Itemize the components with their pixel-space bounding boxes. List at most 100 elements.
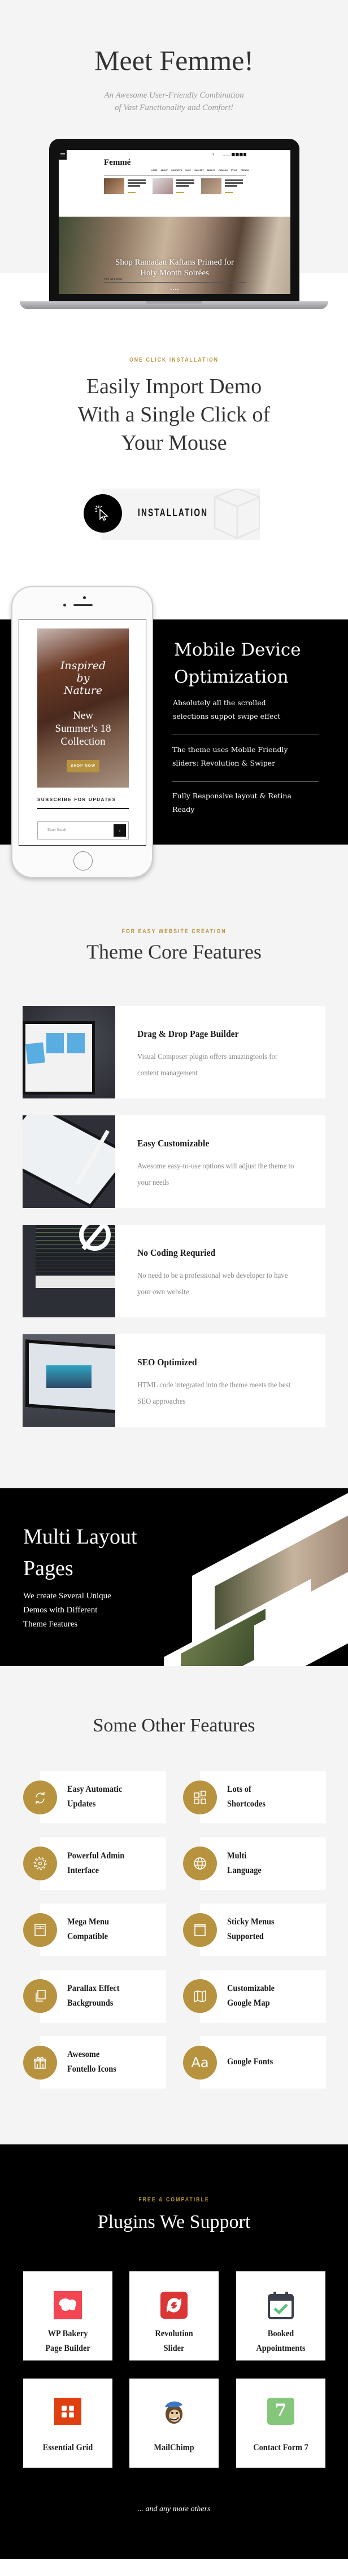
phone-screen: Inspired by Nature New Summer's 18 Colle…	[19, 619, 146, 846]
text-line: Easy Automatic	[67, 1784, 123, 1794]
text-line: Theme Features	[23, 1620, 78, 1629]
plugin-label: Revolution Slider	[134, 2327, 214, 2356]
mega-menu-icon	[23, 1913, 57, 1947]
demo-screenshot: ⚲ Subscribe Femmé HOME ABOUT CONTACTS SHOP G…	[59, 150, 290, 294]
plugin-card[interactable]: Revolution Slider	[129, 2271, 219, 2360]
section-label: FOR EASY WEBSITE CREATION	[121, 928, 227, 935]
text-line: Compatible	[67, 1932, 108, 1941]
title-line: With a Single Click of	[77, 403, 271, 427]
title-line: Optimization	[174, 667, 289, 687]
demo-nav-item[interactable]: SHOP	[185, 169, 191, 172]
globe-icon	[183, 1847, 217, 1880]
text-line: Revolution	[155, 2329, 193, 2338]
phone-hero-image: Inspired by Nature New Summer's 18 Colle…	[37, 628, 129, 788]
social-icons	[232, 153, 246, 156]
plugins-footer: ... and any more others	[137, 2505, 211, 2513]
seo-image	[23, 1334, 115, 1427]
phone-headline: New	[73, 710, 93, 722]
feature-desc: Visual Composer plugin offers amazingtoo…	[137, 1053, 278, 1078]
mobile-point: Absolutely all the scrolled selections su…	[173, 696, 280, 723]
text-line: Absolutely all the scrolled	[173, 698, 266, 707]
no-coding-image	[23, 1225, 115, 1317]
plugin-label: Contact Form 7	[241, 2441, 321, 2455]
demo-nav-item[interactable]: TRENDS	[241, 169, 249, 172]
demo-nav-item[interactable]: GALLERY	[194, 169, 204, 172]
text-line: Sticky Menus	[227, 1917, 275, 1927]
layout-screenshots	[158, 1488, 348, 1666]
feature-card: Easy Customizable Awesome easy-to-use op…	[23, 1115, 325, 1208]
section-label: FREE & COMPATIBLE	[138, 2196, 210, 2203]
demo-nav-item[interactable]: STYLE	[231, 169, 237, 172]
demo-divider	[104, 282, 246, 283]
text-line: Google Map	[227, 1998, 270, 2008]
title-line: Pages	[23, 1557, 73, 1580]
menu-icon	[59, 150, 67, 160]
feature-label: Mega Menu Compatible	[67, 1915, 159, 1944]
demo-nav-item[interactable]: CONTACTS	[171, 169, 182, 172]
feature-label: Parallax Effect Backgrounds	[67, 1981, 159, 2011]
plugin-label: Essential Grid	[28, 2441, 108, 2455]
subscribe-link: Subscribe	[223, 154, 230, 156]
demo-post	[201, 178, 246, 194]
plugin-card[interactable]: MailChimp	[129, 2379, 219, 2468]
layers-icon	[23, 1979, 57, 2013]
script-text: Inspired	[60, 660, 106, 672]
gift-icon	[23, 2045, 57, 2080]
subtitle-line: An Awesome User-Friendly Combination	[104, 91, 244, 100]
text-line: Mega Menu	[67, 1917, 109, 1927]
text-line: Google Fonts	[227, 2057, 273, 2067]
section-label: ONE CLICK INSTALLATION	[129, 357, 219, 363]
page-title: Meet Femme!	[94, 45, 254, 76]
home-button	[73, 851, 93, 871]
text-line: sliders: Revolution & Swiper	[172, 759, 276, 767]
text-line: Demos with Different	[23, 1606, 98, 1615]
plugin-label: WP Bakery Page Builder	[28, 2327, 108, 2356]
mobile-title: Mobile Device Optimization	[174, 636, 301, 691]
script-text: by	[76, 672, 90, 684]
feature-card: Drag & Drop Page Builder Visual Composer…	[23, 1006, 325, 1098]
plugin-card[interactable]: Booked Appointments	[236, 2271, 325, 2360]
text-line: Shortcodes	[227, 1799, 266, 1809]
plugin-card[interactable]: 7 Contact Form 7	[236, 2379, 325, 2468]
divider	[37, 808, 129, 809]
subtitle-line: of Vast Functionality and Comfort!	[115, 103, 233, 112]
plugins-title: Plugins We Support	[97, 2212, 251, 2232]
title-line: Mobile Device	[174, 640, 301, 660]
laptop-notch	[146, 301, 202, 304]
text-line: Powerful Admin	[67, 1850, 125, 1861]
font-icon: Aa	[183, 2045, 217, 2080]
shortcodes-icon	[183, 1780, 217, 1814]
feature-desc: No need to be a professional web develop…	[137, 1272, 288, 1296]
mobile-point: Fully Responsive layout & Retina Ready	[172, 789, 292, 816]
slider-dots[interactable]	[171, 289, 179, 290]
demo-nav-item[interactable]: HOME	[151, 169, 158, 172]
demo-nav-item[interactable]: BEAUTY	[207, 169, 215, 172]
script-text: Nature	[63, 684, 103, 697]
demo-nav-item[interactable]: FASHION	[219, 169, 228, 172]
plugin-card[interactable]: Essential Grid	[23, 2379, 112, 2468]
submit-button[interactable]: ›	[114, 824, 126, 837]
core-title: Theme Core Features	[86, 940, 262, 963]
feature-label: Awesome Fontello Icons	[67, 2047, 159, 2077]
email-field[interactable]: Enter Email ›	[37, 821, 129, 839]
text-line: Lots of	[227, 1784, 251, 1794]
text-line: Customizable	[227, 1983, 275, 1993]
shop-now-button[interactable]: SHOP NOW	[67, 760, 99, 772]
feature-label: Powerful Admin Interface	[67, 1849, 159, 1878]
text-line: We create Several Unique	[23, 1592, 111, 1601]
gear-icon	[23, 1847, 57, 1880]
demo-post	[153, 178, 198, 194]
demo-nav-item[interactable]: ABOUT	[161, 169, 168, 172]
essential-grid-icon	[54, 2398, 81, 2425]
plugin-card[interactable]: WP Bakery Page Builder	[23, 2271, 112, 2360]
calendar-check-icon	[268, 2292, 294, 2319]
installation-button[interactable]: INSTALLATION	[101, 489, 260, 540]
wpbakery-icon	[54, 2291, 82, 2319]
map-icon	[183, 1979, 217, 2013]
cursor-click-icon[interactable]	[84, 494, 122, 533]
text-line: Language	[227, 1865, 262, 1875]
feature-title: SEO Optimized	[137, 1357, 197, 1368]
text-line: Page Builder	[45, 2344, 90, 2353]
box-icon	[214, 489, 260, 539]
text-line: The theme uses Mobile Friendly	[172, 745, 288, 754]
